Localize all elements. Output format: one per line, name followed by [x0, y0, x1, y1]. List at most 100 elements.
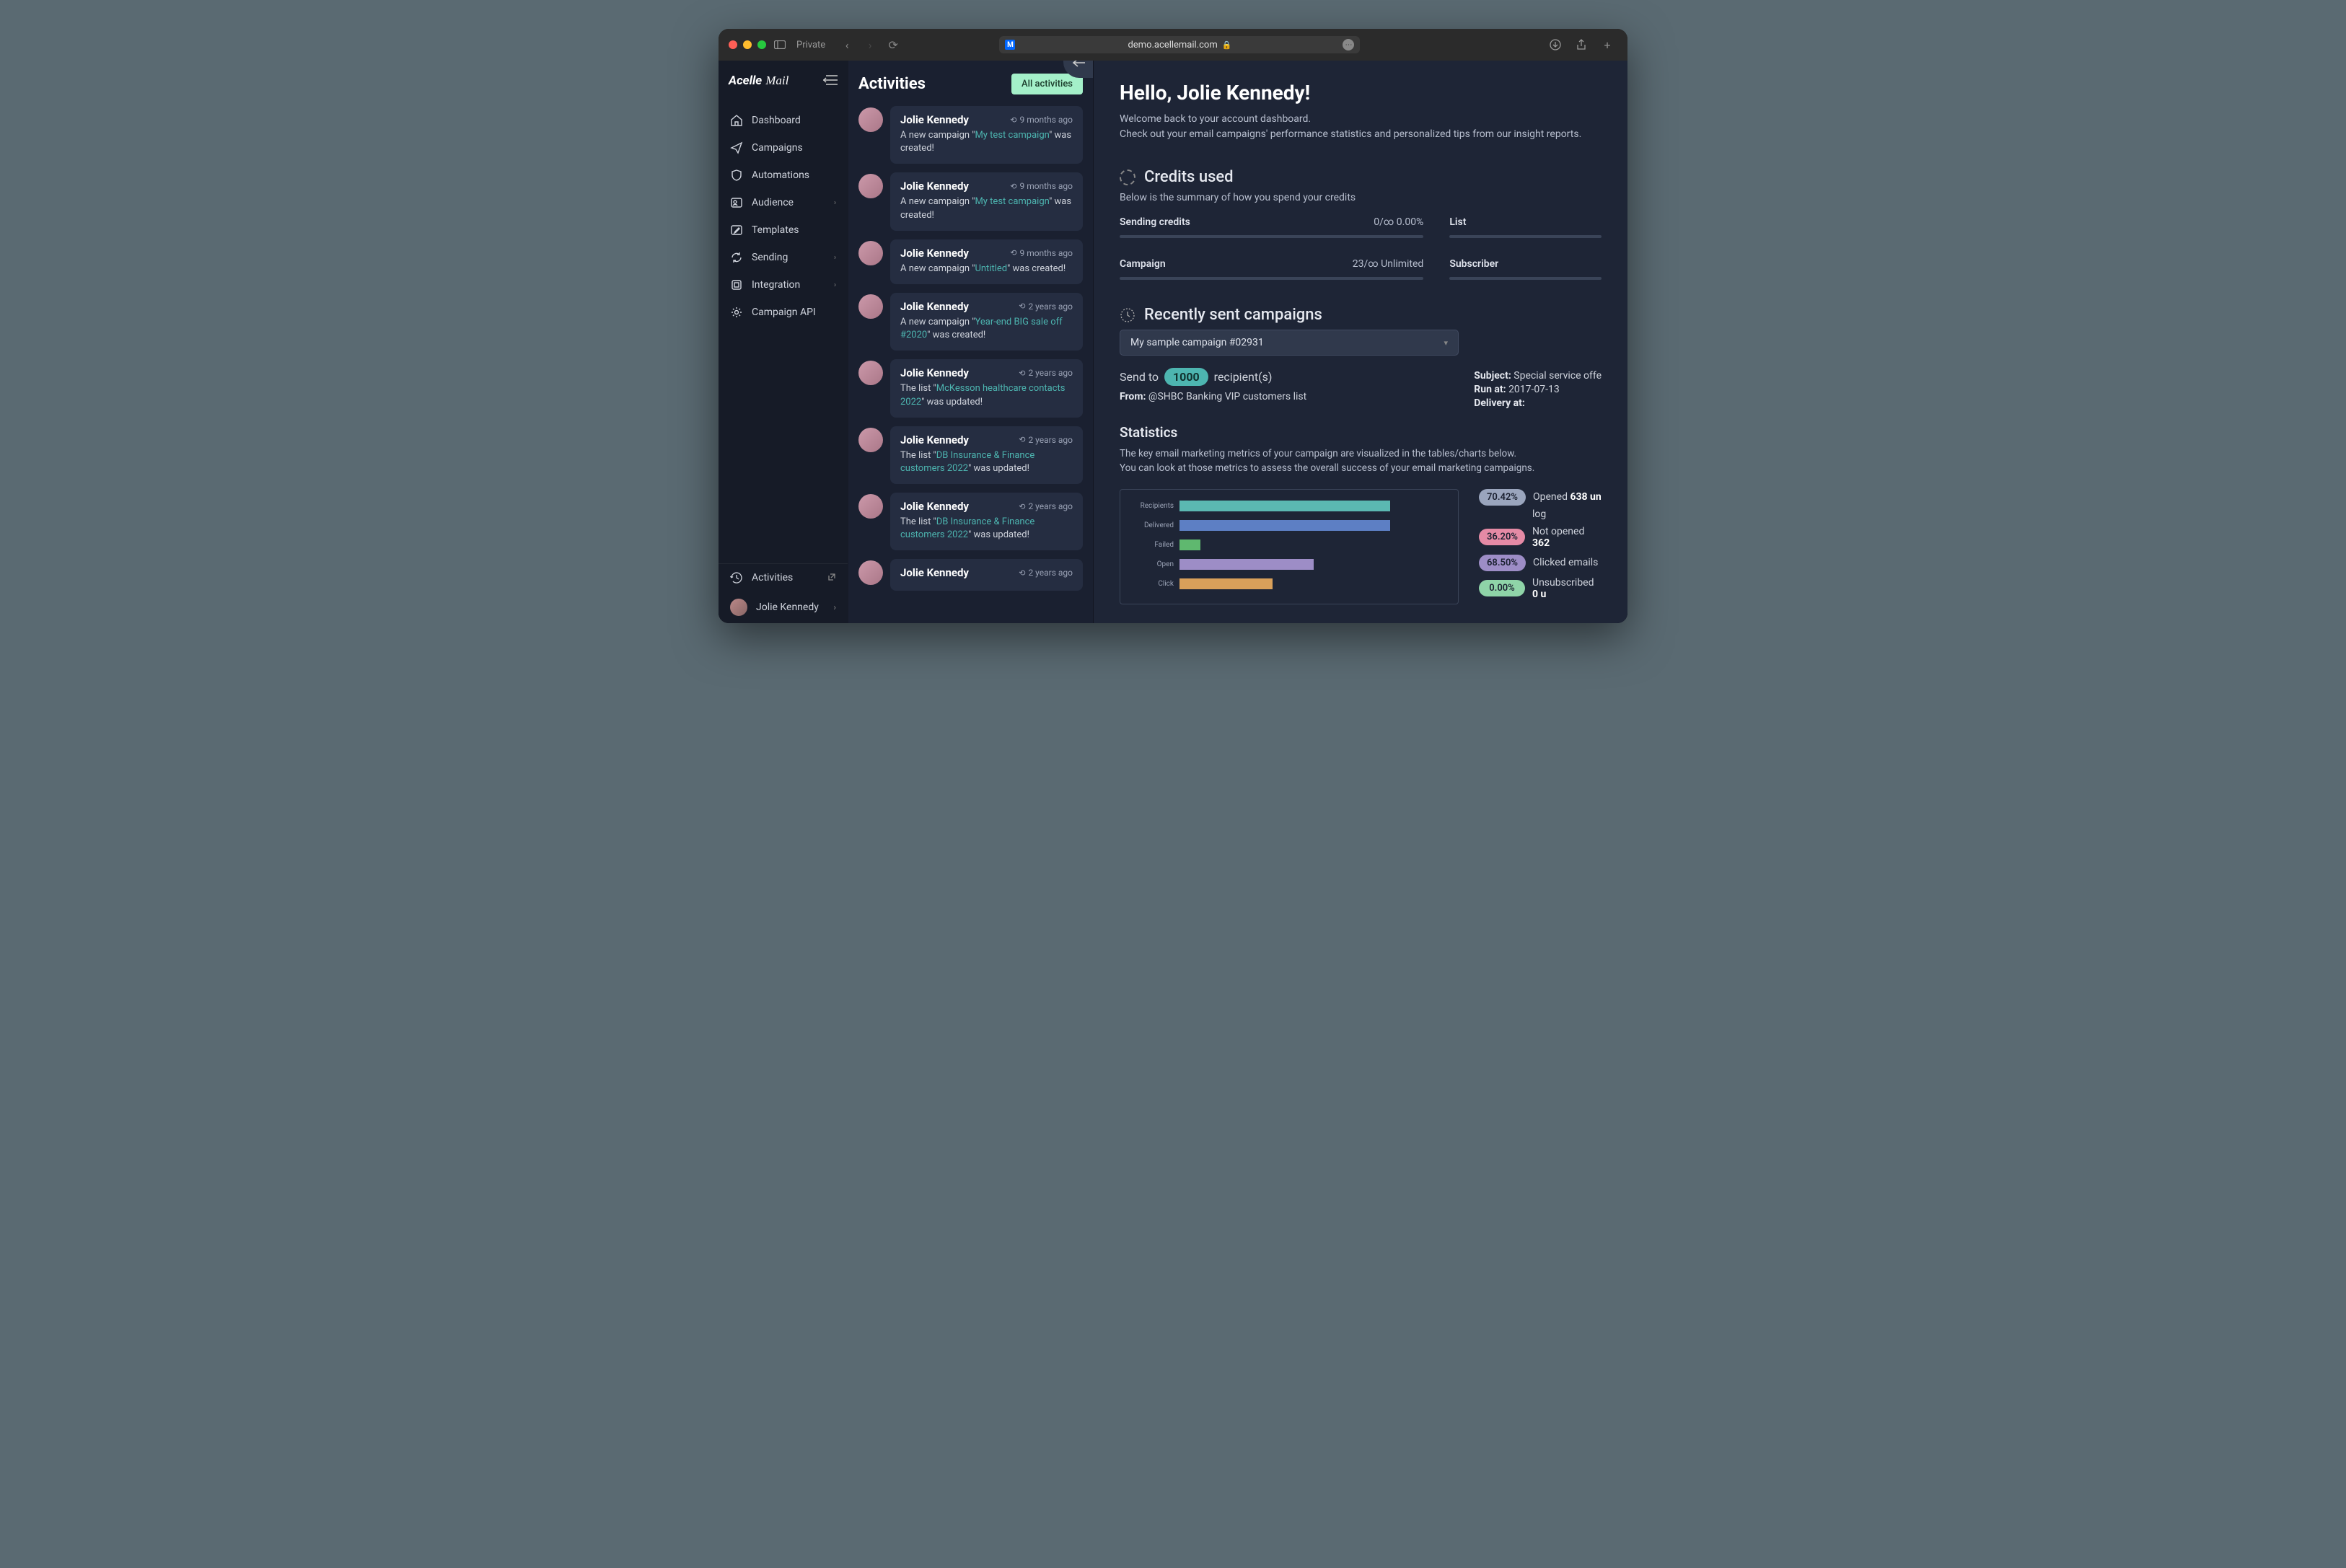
- activity-time: 9 months ago: [1010, 181, 1073, 191]
- activity-user: Jolie Kennedy: [900, 113, 969, 126]
- sidebar-toggle-icon[interactable]: [773, 38, 786, 51]
- activity-card[interactable]: Jolie Kennedy 2 years ago A new campaign…: [890, 293, 1083, 351]
- activity-time: 2 years ago: [1019, 368, 1073, 378]
- user-menu[interactable]: Jolie Kennedy ›: [719, 591, 848, 623]
- bar-track: [1179, 520, 1454, 531]
- activity-desc: A new campaign "My test campaign" was cr…: [900, 129, 1073, 155]
- all-activities-button[interactable]: All activities: [1011, 74, 1083, 94]
- avatar: [858, 294, 883, 319]
- activity-desc: The list "DB Insurance & Finance custome…: [900, 449, 1073, 475]
- close-window-icon[interactable]: [729, 40, 737, 49]
- activity-item: Jolie Kennedy 9 months ago A new campaig…: [858, 172, 1083, 230]
- legend-row: 70.42% Opened 638 un: [1479, 489, 1602, 506]
- chart-bar-row: Delivered: [1129, 519, 1454, 532]
- from-value: @SHBC Banking VIP customers list: [1148, 391, 1306, 402]
- clock-icon: [1120, 307, 1135, 323]
- minimize-window-icon[interactable]: [743, 40, 752, 49]
- activity-link[interactable]: DB Insurance & Finance customers 2022: [900, 516, 1034, 540]
- nav-item-automations[interactable]: Automations: [719, 162, 848, 189]
- nav-item-sending[interactable]: Sending ›: [719, 244, 848, 271]
- campaign-select-value: My sample campaign #02931: [1130, 337, 1264, 348]
- new-tab-icon[interactable]: +: [1597, 36, 1617, 53]
- activity-link[interactable]: DB Insurance & Finance customers 2022: [900, 450, 1034, 474]
- activity-link[interactable]: My test campaign: [975, 130, 1049, 141]
- activity-card[interactable]: Jolie Kennedy 2 years ago The list "DB I…: [890, 493, 1083, 550]
- hamburger-icon[interactable]: [823, 74, 838, 88]
- campaign-meta-right: Subject: Special service offe Run at: 20…: [1474, 370, 1602, 418]
- activity-desc: A new campaign "Untitled" was created!: [900, 263, 1073, 276]
- welcome-text: Welcome back to your account dashboard. …: [1120, 112, 1602, 142]
- credit-block: Sending credits0/∞ 0.00%: [1120, 216, 1423, 238]
- nav-item-dashboard[interactable]: Dashboard: [719, 107, 848, 134]
- progress-bar: [1449, 277, 1602, 280]
- activity-user: Jolie Kennedy: [900, 500, 969, 513]
- maximize-window-icon[interactable]: [757, 40, 766, 49]
- activity-time: 2 years ago: [1019, 568, 1073, 578]
- bar-label: Open: [1129, 560, 1174, 568]
- chevron-right-icon: ›: [834, 254, 836, 262]
- recipients-suffix: recipient(s): [1214, 370, 1273, 384]
- credit-value: 23/∞ Unlimited: [1353, 258, 1424, 270]
- avatar: [858, 361, 883, 385]
- nav-item-integration[interactable]: Integration ›: [719, 271, 848, 299]
- activity-card[interactable]: Jolie Kennedy 2 years ago The list "McKe…: [890, 359, 1083, 417]
- traffic-lights: [729, 40, 766, 49]
- credits-icon: [1120, 169, 1135, 185]
- bar-track: [1179, 539, 1454, 550]
- welcome-line2: Check out your email campaigns' performa…: [1120, 127, 1602, 142]
- bar-fill: [1179, 539, 1200, 550]
- legend-percent: 68.50%: [1479, 555, 1526, 571]
- activity-desc: A new campaign "Year-end BIG sale off #2…: [900, 316, 1073, 342]
- activity-link[interactable]: Year-end BIG sale off #2020: [900, 317, 1063, 340]
- address-bar[interactable]: M demo.acellemail.com 🔒 ⋯: [999, 36, 1360, 53]
- activity-item: Jolie Kennedy 9 months ago A new campaig…: [858, 239, 1083, 284]
- logo[interactable]: Acelle Mail: [729, 74, 788, 88]
- activities-link[interactable]: Activities: [719, 564, 848, 591]
- private-label: Private: [796, 40, 825, 50]
- credit-block: Subscriber: [1449, 258, 1602, 280]
- activity-desc: A new campaign "My test campaign" was cr…: [900, 195, 1073, 221]
- download-icon[interactable]: [1545, 36, 1565, 53]
- activity-link[interactable]: McKesson healthcare contacts 2022: [900, 383, 1065, 407]
- campaign-select[interactable]: My sample campaign #02931: [1120, 330, 1459, 356]
- nav-item-templates[interactable]: Templates: [719, 216, 848, 244]
- statistics-title: Statistics: [1120, 424, 1602, 441]
- chart-bar-row: Recipients: [1129, 500, 1454, 513]
- logo-part2: Mail: [765, 74, 788, 88]
- gear-icon: [730, 306, 743, 319]
- avatar: [730, 599, 747, 616]
- legend-text: Clicked emails: [1533, 557, 1598, 568]
- nav-label: Sending: [752, 252, 788, 263]
- activity-card[interactable]: Jolie Kennedy 2 years ago The list "DB I…: [890, 426, 1083, 484]
- share-icon[interactable]: [1571, 36, 1591, 53]
- campaign-select-row: My sample campaign #02931: [1120, 330, 1602, 356]
- bar-label: Delivered: [1129, 521, 1174, 529]
- reload-button[interactable]: ⟳: [883, 36, 903, 53]
- avatar: [858, 107, 883, 132]
- page-settings-icon[interactable]: ⋯: [1343, 39, 1354, 50]
- runat-label: Run at:: [1474, 384, 1506, 395]
- nav-item-audience[interactable]: Audience ›: [719, 189, 848, 216]
- statistics-desc: The key email marketing metrics of your …: [1120, 446, 1602, 476]
- activity-card[interactable]: Jolie Kennedy 9 months ago A new campaig…: [890, 106, 1083, 164]
- credit-block: Campaign23/∞ Unlimited: [1120, 258, 1423, 280]
- forward-button[interactable]: ›: [860, 36, 880, 53]
- credit-label: Subscriber: [1449, 258, 1498, 270]
- legend-text: Opened 638 un: [1533, 491, 1602, 503]
- activities-list: Jolie Kennedy 9 months ago A new campaig…: [858, 106, 1083, 591]
- legend-link[interactable]: log: [1532, 508, 1546, 520]
- browser-window: Private ‹ › ⟳ M demo.acellemail.com 🔒 ⋯ …: [719, 29, 1627, 623]
- external-icon: [827, 573, 836, 583]
- activity-card[interactable]: Jolie Kennedy 2 years ago: [890, 559, 1083, 591]
- activity-card[interactable]: Jolie Kennedy 9 months ago A new campaig…: [890, 172, 1083, 230]
- back-button[interactable]: ‹: [837, 36, 857, 53]
- nav-item-campaigns[interactable]: Campaigns: [719, 134, 848, 162]
- nav: Dashboard Campaigns Automations Audience…: [719, 101, 848, 563]
- activity-card[interactable]: Jolie Kennedy 9 months ago A new campaig…: [890, 239, 1083, 284]
- sidebar: Acelle Mail Dashboard Campaigns Automati…: [719, 61, 848, 623]
- activity-link[interactable]: Untitled: [975, 263, 1007, 274]
- logo-part1: Acelle: [729, 74, 762, 88]
- activities-panel: Activities All activities Jolie Kennedy …: [848, 61, 1094, 623]
- activity-link[interactable]: My test campaign: [975, 196, 1049, 207]
- nav-item-campaign-api[interactable]: Campaign API: [719, 299, 848, 326]
